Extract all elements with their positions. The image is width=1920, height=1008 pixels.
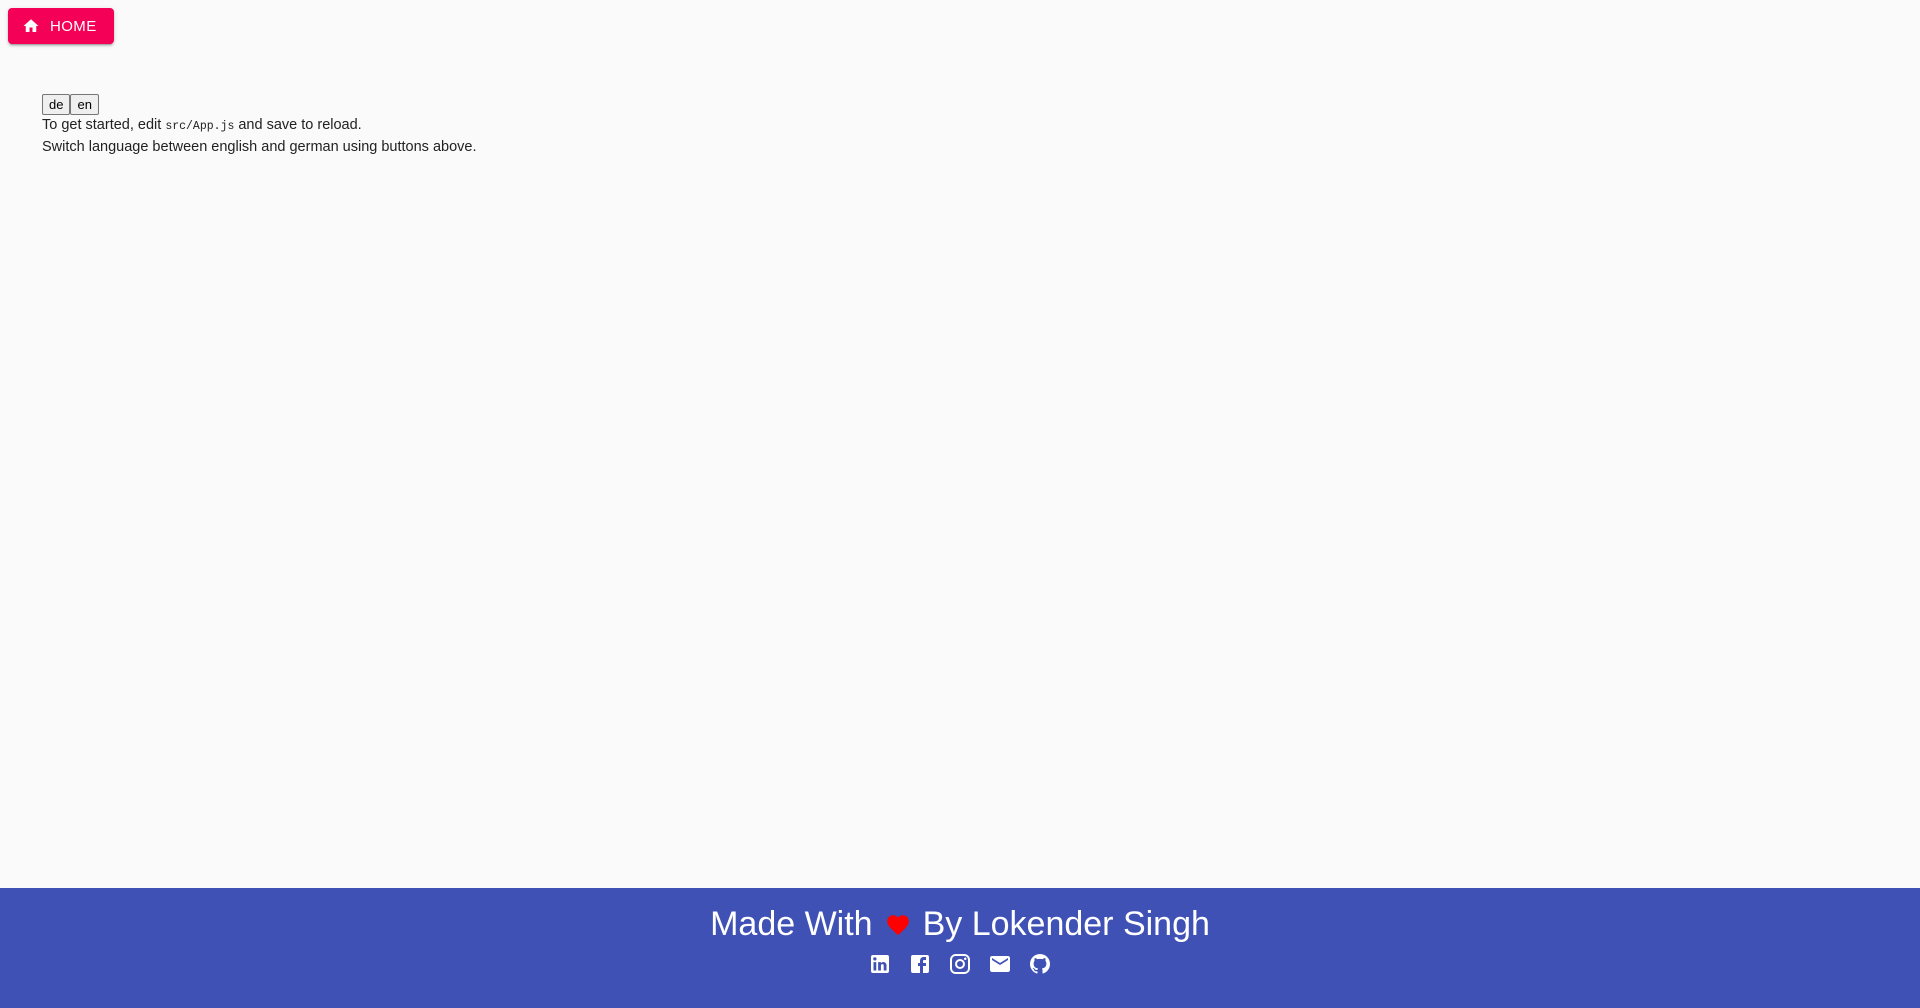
- facebook-link[interactable]: [908, 952, 932, 976]
- home-button-label: HOME: [50, 17, 97, 35]
- language-hint-text: Switch language between english and germ…: [42, 139, 477, 155]
- intro-text-suffix: and save to reload.: [234, 117, 362, 133]
- lang-button-en[interactable]: en: [70, 94, 99, 115]
- page: HOME de en To get started, edit src/App.…: [0, 0, 1920, 1008]
- home-icon: [22, 17, 40, 35]
- email-link[interactable]: [988, 952, 1012, 976]
- footer-title: Made With By Lokender Singh: [0, 902, 1920, 946]
- home-button[interactable]: HOME: [8, 8, 114, 44]
- social-links: [0, 952, 1920, 976]
- lang-button-de[interactable]: de: [42, 94, 71, 115]
- file-path-code: src/App.js: [165, 120, 235, 133]
- intro-text: To get started, edit src/App.js and save…: [42, 115, 477, 137]
- footer: Made With By Lokender Singh: [0, 888, 1920, 1008]
- linkedin-link[interactable]: [868, 952, 892, 976]
- made-with-text: Made With: [710, 905, 873, 943]
- linkedin-icon: [871, 955, 889, 973]
- instagram-link[interactable]: [948, 952, 972, 976]
- github-link[interactable]: [1028, 952, 1052, 976]
- main-content: de en To get started, edit src/App.js an…: [42, 94, 477, 157]
- heart-icon: [885, 910, 911, 938]
- language-switcher: de en: [42, 94, 477, 115]
- instagram-icon: [950, 954, 970, 974]
- author-text: By Lokender Singh: [922, 905, 1210, 943]
- email-icon: [990, 956, 1010, 972]
- intro-text-prefix: To get started, edit: [42, 117, 166, 133]
- github-icon: [1030, 954, 1050, 974]
- facebook-icon: [911, 955, 929, 973]
